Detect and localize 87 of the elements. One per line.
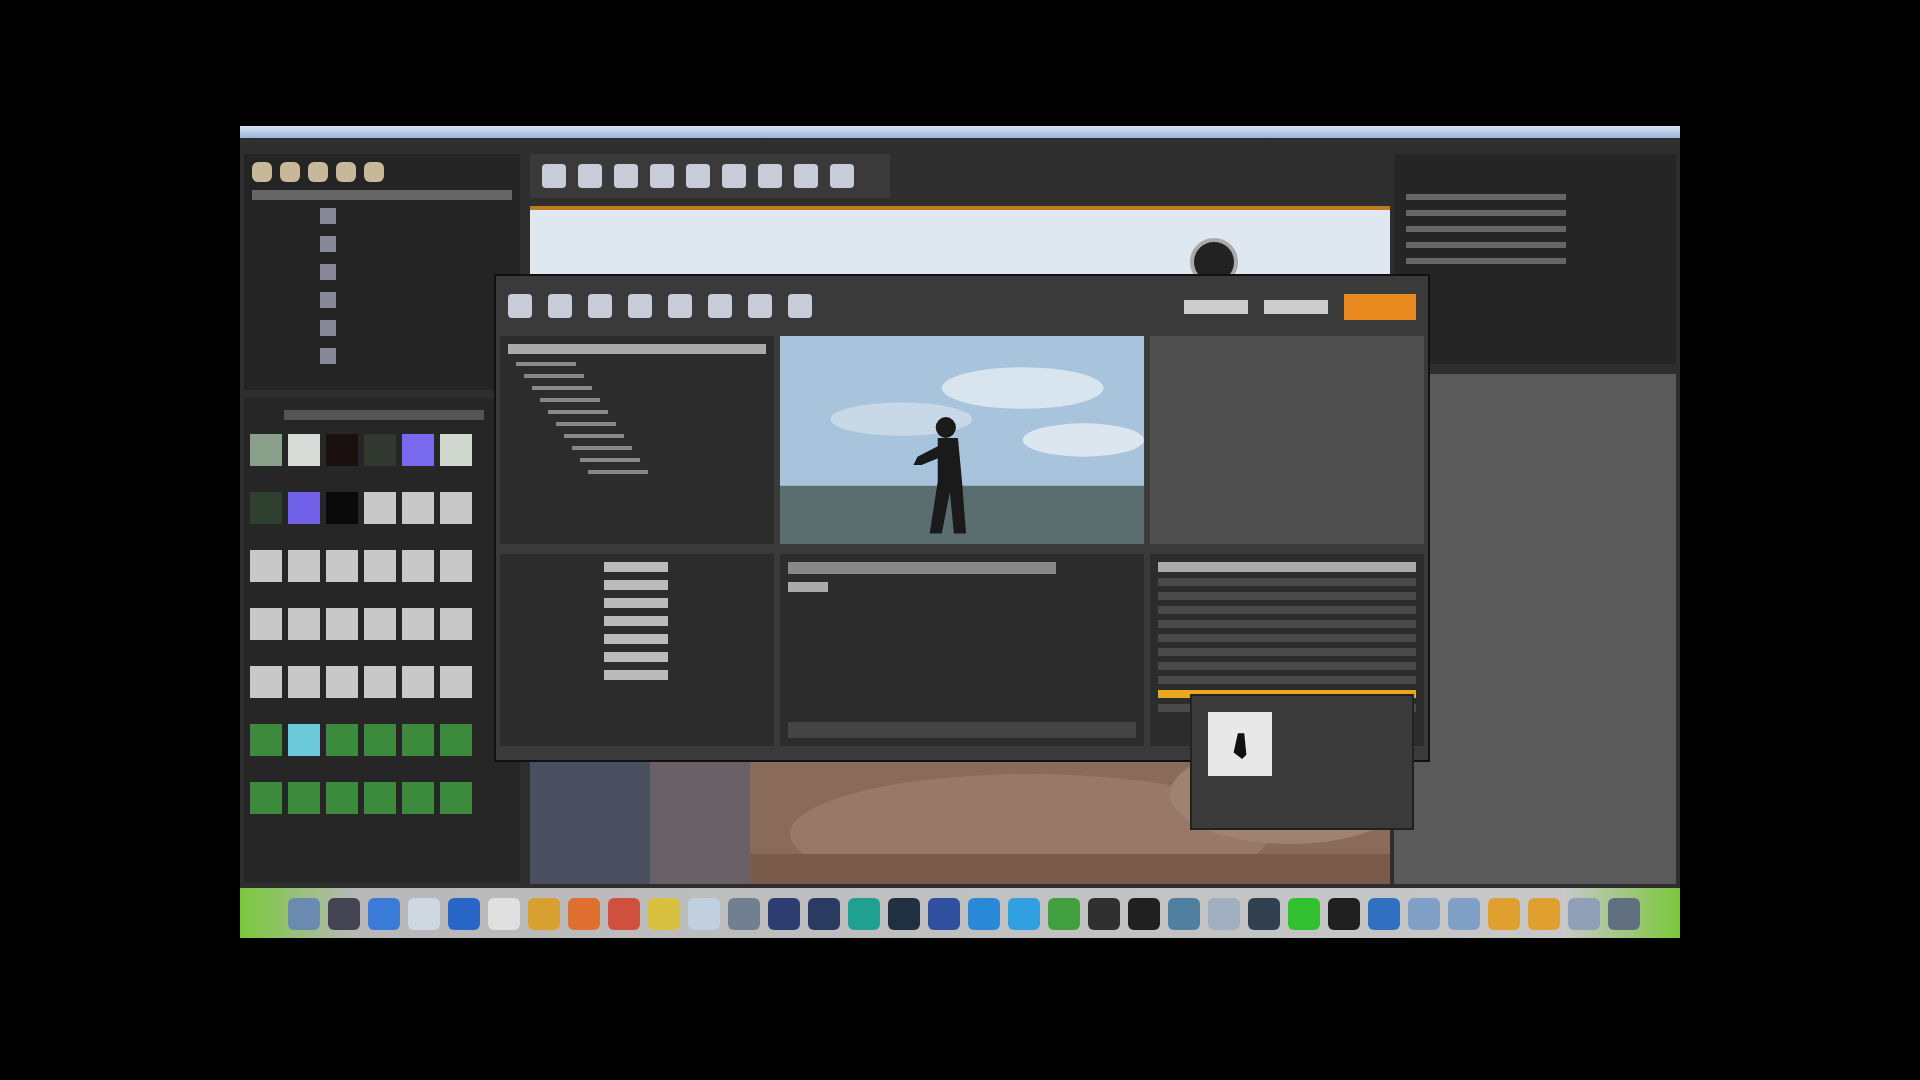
toolbar-icon[interactable]	[668, 294, 692, 318]
asset-tile[interactable]	[364, 724, 396, 756]
asset-tile[interactable]	[402, 550, 434, 582]
asset-tile[interactable]	[250, 550, 282, 582]
toolbar-icon[interactable]	[830, 164, 854, 188]
asset-tile[interactable]	[288, 492, 320, 524]
app-icon[interactable]	[768, 897, 800, 929]
asset-tile[interactable]	[440, 782, 472, 814]
key-chip[interactable]	[788, 582, 828, 592]
asset-tile[interactable]	[288, 666, 320, 698]
asset-tile[interactable]	[250, 724, 282, 756]
outliner-row[interactable]	[1406, 194, 1566, 200]
outliner-row[interactable]	[1406, 226, 1566, 232]
input-field[interactable]	[604, 580, 668, 590]
asset-tile[interactable]	[288, 550, 320, 582]
app-icon[interactable]	[928, 897, 960, 929]
asset-tile[interactable]	[326, 608, 358, 640]
input-field[interactable]	[604, 652, 668, 662]
toolbar-icon[interactable]	[548, 294, 572, 318]
asset-tile[interactable]	[440, 666, 472, 698]
asset-tile[interactable]	[250, 666, 282, 698]
asset-tile[interactable]	[402, 608, 434, 640]
asset-tile[interactable]	[326, 724, 358, 756]
asset-tile[interactable]	[364, 492, 396, 524]
app-icon[interactable]	[1328, 897, 1360, 929]
input-field[interactable]	[604, 616, 668, 626]
asset-tile[interactable]	[402, 434, 434, 466]
asset-tile[interactable]	[326, 666, 358, 698]
app-icon[interactable]	[1088, 897, 1120, 929]
toolbar-icon[interactable]	[708, 294, 732, 318]
toolbar-icon[interactable]	[758, 164, 782, 188]
toolbar-icon[interactable]	[788, 294, 812, 318]
asset-tile[interactable]	[364, 782, 396, 814]
outliner-row[interactable]	[1406, 242, 1566, 248]
dropdown[interactable]	[1184, 299, 1248, 313]
toolbar-icon[interactable]	[542, 164, 566, 188]
toolbar-icon[interactable]	[588, 294, 612, 318]
asset-tile[interactable]	[326, 550, 358, 582]
toolbar-icon[interactable]	[614, 164, 638, 188]
asset-tile[interactable]	[288, 782, 320, 814]
toolbar-icon[interactable]	[686, 164, 710, 188]
toolbar-icon[interactable]	[748, 294, 772, 318]
mode-button[interactable]	[1344, 293, 1416, 319]
search-field[interactable]	[1158, 562, 1416, 572]
search-field[interactable]	[508, 344, 766, 354]
app-icon[interactable]	[1128, 897, 1160, 929]
asset-tile[interactable]	[250, 608, 282, 640]
outliner-row[interactable]	[1406, 210, 1566, 216]
asset-tile[interactable]	[250, 782, 282, 814]
asset-tile[interactable]	[402, 666, 434, 698]
search-field[interactable]	[252, 190, 512, 200]
asset-tile[interactable]	[440, 434, 472, 466]
asset-tile[interactable]	[440, 724, 472, 756]
asset-tile[interactable]	[440, 608, 472, 640]
toolbar-icon[interactable]	[628, 294, 652, 318]
toolbar-icon[interactable]	[578, 164, 602, 188]
asset-tile[interactable]	[250, 492, 282, 524]
toolbar-icon[interactable]	[722, 164, 746, 188]
asset-tile[interactable]	[326, 782, 358, 814]
asset-tile[interactable]	[402, 782, 434, 814]
asset-tile[interactable]	[288, 724, 320, 756]
asset-tile[interactable]	[402, 492, 434, 524]
app-icon[interactable]	[888, 897, 920, 929]
input-field[interactable]	[604, 598, 668, 608]
input-field[interactable]	[604, 634, 668, 644]
toolbar-icon[interactable]	[794, 164, 818, 188]
asset-tile[interactable]	[250, 434, 282, 466]
input-field[interactable]	[604, 562, 668, 572]
asset-tile[interactable]	[364, 666, 396, 698]
asset-tile[interactable]	[440, 492, 472, 524]
dropdown[interactable]	[1264, 299, 1328, 313]
asset-tile[interactable]	[364, 608, 396, 640]
app-icon[interactable]	[1248, 897, 1280, 929]
outliner-row[interactable]	[1406, 258, 1566, 264]
asset-tile[interactable]	[288, 608, 320, 640]
asset-tile[interactable]	[364, 550, 396, 582]
toolbar-icon[interactable]	[508, 294, 532, 318]
asset-tile[interactable]	[402, 724, 434, 756]
asset-tile[interactable]	[440, 550, 472, 582]
app-icon[interactable]	[328, 897, 360, 929]
asset-tile[interactable]	[288, 434, 320, 466]
toolbar-icon[interactable]	[650, 164, 674, 188]
app-icon[interactable]	[808, 897, 840, 929]
figure-icon	[1208, 712, 1272, 776]
input-field[interactable]	[604, 670, 668, 680]
asset-tile[interactable]	[326, 492, 358, 524]
timeline-bar[interactable]	[788, 722, 1136, 738]
